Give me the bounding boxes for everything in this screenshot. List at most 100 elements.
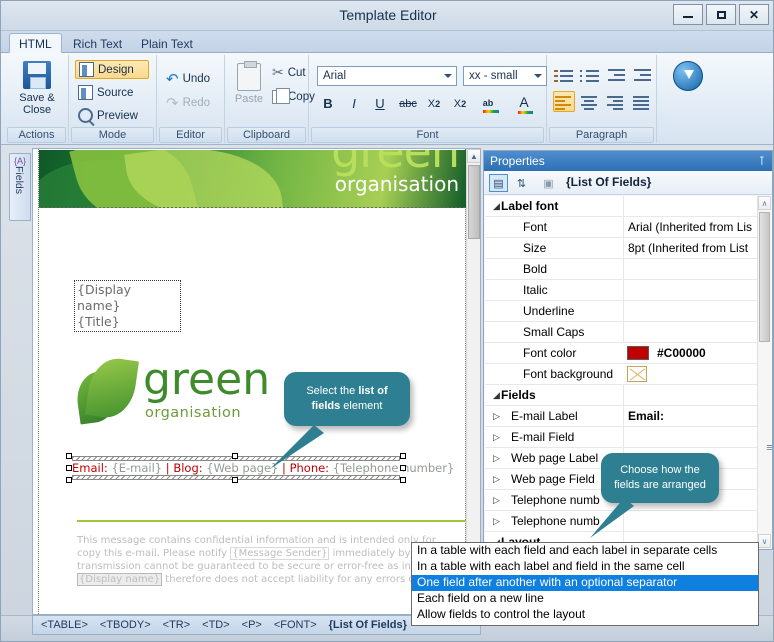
property-row-italic[interactable]: Italic (485, 280, 771, 301)
numbered-list-button[interactable] (553, 65, 575, 86)
highlight-color-button[interactable]: ab (477, 91, 499, 113)
superscript-button[interactable]: X2 (449, 93, 471, 114)
scroll-up-icon[interactable]: ∧ (758, 196, 771, 210)
phone-field-token: {Telephone number} (332, 461, 455, 475)
property-row-underline[interactable]: Underline (485, 301, 771, 322)
highlight-dropdown-button[interactable] (497, 95, 505, 116)
tab-html[interactable]: HTML (9, 33, 62, 53)
alphabetical-sort-button[interactable]: ⇅ (512, 174, 531, 192)
dropdown-option-new-line[interactable]: Each field on a new line (412, 591, 758, 607)
resize-handle-w[interactable] (66, 465, 72, 471)
maximize-button[interactable] (706, 4, 736, 25)
property-row-font-background[interactable]: Font background (485, 364, 771, 385)
path-segment-tr[interactable]: <TR> (163, 619, 191, 631)
underline-button[interactable]: U (369, 93, 391, 114)
minimize-button[interactable] (673, 4, 703, 25)
paste-label: Paste (234, 93, 264, 105)
property-row-email-field[interactable]: ▷ E-mail Field (485, 427, 771, 448)
font-color-dropdown-button[interactable] (531, 95, 539, 116)
save-and-close-button[interactable]: Save & Close (13, 61, 61, 116)
sidebar-item-fields[interactable]: {A} Fields (9, 153, 31, 221)
properties-vertical-scrollbar[interactable]: ∧ ∨ (757, 196, 771, 548)
resize-handle-se[interactable] (400, 477, 406, 483)
editor-scroll-thumb[interactable] (468, 165, 480, 239)
property-row-label-font[interactable]: ◢ Label font (485, 196, 771, 217)
tab-plain-text[interactable]: Plain Text (131, 33, 203, 53)
redo-label: Redo (182, 97, 211, 109)
mode-source-label: Source (97, 86, 134, 99)
bold-button[interactable]: B (317, 93, 339, 114)
bulleted-list-button[interactable] (579, 65, 601, 86)
path-segment-p[interactable]: <P> (242, 619, 262, 631)
title-field: {Title} (77, 314, 120, 329)
scroll-up-icon[interactable]: ▲ (467, 149, 480, 163)
dropdown-option-same-cell[interactable]: In a table with each label and field in … (412, 559, 758, 575)
disclaimer-line-2-a: copy this e-mail. Please notify (77, 548, 231, 559)
property-row-bold[interactable]: Bold (485, 259, 771, 280)
path-segment-tbody[interactable]: <TBODY> (100, 619, 151, 631)
property-row-size[interactable]: Size 8pt (Inherited from List (485, 238, 771, 259)
font-color-swatch[interactable] (627, 346, 649, 360)
property-row-font-color[interactable]: Font color #C00000 (485, 343, 771, 364)
disclaimer-line-4-b: therefore does not accept liability for … (162, 574, 454, 585)
mode-preview-button[interactable]: Preview (75, 107, 149, 124)
email-label: Email: (72, 461, 108, 475)
categorized-view-button[interactable]: ▤ (489, 174, 508, 192)
ribbon-group-actions: Save & Close Actions (5, 55, 69, 143)
arrangement-dropdown-list[interactable]: In a table with each field and each labe… (411, 542, 759, 626)
tab-rich-text[interactable]: Rich Text (63, 33, 132, 53)
justify-button[interactable] (631, 91, 653, 112)
resize-handle-ne[interactable] (400, 453, 406, 459)
path-segment-td[interactable]: <TD> (202, 619, 230, 631)
property-row-font[interactable]: Font Arial (Inherited from Lis (485, 217, 771, 238)
strikethrough-label: abc (399, 97, 417, 110)
no-color-swatch-icon[interactable] (627, 366, 647, 382)
align-left-icon (554, 94, 574, 110)
resize-handle-e[interactable] (400, 465, 406, 471)
mode-design-button[interactable]: Design (75, 60, 149, 79)
ribbon-group-label-paragraph: Paragraph (549, 127, 654, 143)
font-color-label: A (519, 93, 529, 110)
italic-button[interactable]: I (343, 93, 365, 114)
property-name: Italic (523, 283, 548, 297)
resize-handle-nw[interactable] (66, 453, 72, 459)
list-of-fields-element[interactable]: Email: {E-mail} | Blog: {Web page} | Pho… (66, 453, 454, 483)
property-row-fields[interactable]: ◢ Fields (485, 385, 771, 406)
subscript-button[interactable]: X2 (423, 93, 445, 114)
insert-button[interactable]: Insert ▼ (671, 61, 705, 91)
ribbon-group-label-actions: Actions (7, 127, 66, 143)
property-row-small-caps[interactable]: Small Caps (485, 322, 771, 343)
dropdown-option-control-layout[interactable]: Allow fields to control the layout (412, 607, 758, 623)
insert-icon (673, 61, 703, 91)
path-segment-current[interactable]: {List Of Fields} (329, 619, 407, 631)
pin-icon[interactable]: ⊺ (759, 154, 765, 168)
panel-splitter-grip[interactable]: ≡ (766, 436, 773, 460)
resize-handle-n[interactable] (232, 453, 238, 459)
property-pages-button[interactable]: ▣ (539, 174, 558, 192)
decrease-indent-button[interactable] (605, 65, 627, 86)
properties-panel-header: Properties ⊺ (484, 151, 772, 171)
dropdown-option-optional-separator[interactable]: One field after another with an optional… (412, 575, 758, 591)
property-row-email-label[interactable]: ▷ E-mail Label Email: (485, 406, 771, 427)
paste-button[interactable]: Paste (229, 61, 269, 105)
mode-source-button[interactable]: Source (75, 84, 149, 101)
scroll-down-icon[interactable]: ∨ (758, 534, 771, 548)
align-left-button[interactable] (553, 91, 575, 112)
resize-handle-sw[interactable] (66, 477, 72, 483)
align-right-button[interactable] (605, 91, 627, 112)
cut-button[interactable]: ✂ Cut (269, 63, 309, 82)
path-segment-font[interactable]: <FONT> (274, 619, 317, 631)
close-button[interactable]: ✕ (739, 4, 769, 25)
email-banner-image[interactable]: green organisation (39, 150, 467, 208)
dropdown-option-separate-cells[interactable]: In a table with each field and each labe… (412, 543, 758, 559)
font-size-combo[interactable]: xx - small (463, 66, 547, 86)
align-center-button[interactable] (579, 91, 601, 112)
strikethrough-button[interactable]: abc (397, 93, 419, 114)
properties-scroll-thumb[interactable] (759, 212, 770, 342)
increase-indent-button[interactable] (631, 65, 653, 86)
font-family-combo[interactable]: Arial (317, 66, 457, 86)
resize-handle-s[interactable] (232, 477, 238, 483)
undo-button[interactable]: ↶ Undo (163, 69, 213, 89)
display-name-block[interactable]: {Display name} {Title} (74, 280, 181, 332)
path-segment-table[interactable]: <TABLE> (41, 619, 88, 631)
